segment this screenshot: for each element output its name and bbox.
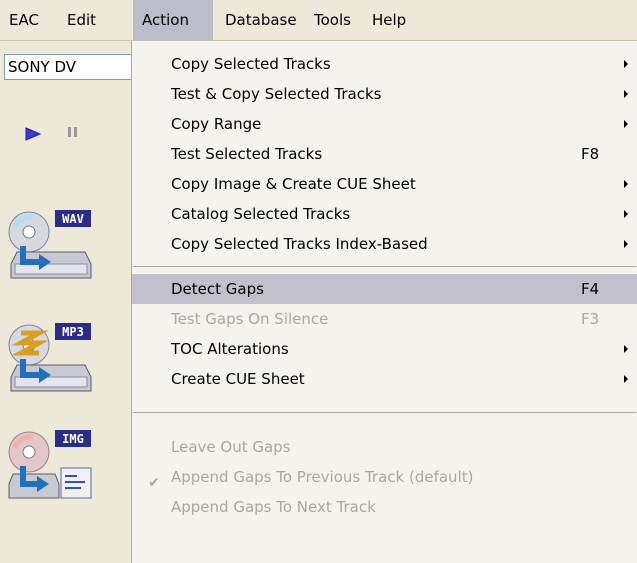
menu-item-label: Leave Out Gaps (171, 438, 291, 456)
menu-item-label: Copy Range (171, 115, 262, 133)
menu-item-copy-selected-tracks[interactable]: Copy Selected Tracks (132, 49, 637, 79)
wav-badge: WAV (62, 212, 84, 226)
menu-edit[interactable]: Edit (58, 0, 105, 40)
menu-item-copy-index-based[interactable]: Copy Selected Tracks Index-Based (132, 229, 637, 259)
menu-item-create-cue-sheet[interactable]: Create CUE Sheet (132, 364, 637, 394)
copy-image-icon[interactable]: IMG (5, 428, 95, 500)
menu-item-label: Test Selected Tracks (171, 145, 323, 163)
submenu-arrow-icon (624, 60, 628, 68)
menu-item-catalog-selected-tracks[interactable]: Catalog Selected Tracks (132, 199, 637, 229)
copy-to-wav-icon[interactable]: WAV (5, 208, 95, 280)
menu-item-label: TOC Alterations (171, 340, 289, 358)
menu-item-label: Detect Gaps (171, 280, 264, 298)
menu-separator (133, 412, 636, 413)
submenu-arrow-icon (624, 120, 628, 128)
menu-item-label: Catalog Selected Tracks (171, 205, 351, 223)
menu-item-test-selected-tracks[interactable]: Test Selected Tracks F8 (132, 139, 637, 169)
main-window-left: SONY DV WAV MP3 IMG (0, 41, 154, 563)
menu-item-label: Copy Selected Tracks (171, 55, 331, 73)
menu-item-label: Test Gaps On Silence (171, 310, 329, 328)
action-dropdown-menu: Copy Selected Tracks Test & Copy Selecte… (131, 41, 637, 563)
submenu-arrow-icon (624, 210, 628, 218)
menu-item-shortcut: F3 (581, 310, 600, 328)
submenu-arrow-icon (624, 375, 628, 383)
menu-item-copy-range[interactable]: Copy Range (132, 109, 637, 139)
pause-icon[interactable] (66, 125, 80, 139)
menu-item-label: Create CUE Sheet (171, 370, 305, 388)
submenu-arrow-icon (624, 240, 628, 248)
submenu-arrow-icon (624, 345, 628, 353)
menu-item-shortcut: F4 (581, 280, 600, 298)
menu-item-label: Append Gaps To Next Track (171, 498, 376, 516)
menu-item-label: Copy Image & Create CUE Sheet (171, 175, 416, 193)
menu-item-test-gaps-on-silence: Test Gaps On Silence F3 (132, 304, 637, 334)
mp3-badge: MP3 (62, 325, 84, 339)
menu-tools[interactable]: Tools (305, 0, 360, 40)
menu-help[interactable]: Help (363, 0, 415, 40)
menu-item-detect-gaps[interactable]: Detect Gaps F4 (132, 274, 637, 304)
copy-to-mp3-icon[interactable]: MP3 (5, 321, 95, 393)
menu-action[interactable]: Action (133, 0, 213, 40)
submenu-arrow-icon (624, 180, 628, 188)
menu-item-label: Append Gaps To Previous Track (default) (171, 468, 474, 486)
menu-item-leave-out-gaps: Leave Out Gaps (132, 432, 637, 462)
menu-database[interactable]: Database (216, 0, 306, 40)
menu-item-label: Copy Selected Tracks Index-Based (171, 235, 428, 253)
menu-item-label: Test & Copy Selected Tracks (171, 85, 382, 103)
menu-bar: EAC Edit Action Database Tools Help (0, 0, 637, 41)
menu-item-shortcut: F8 (581, 145, 600, 163)
menu-item-test-copy-selected-tracks[interactable]: Test & Copy Selected Tracks (132, 79, 637, 109)
menu-item-toc-alterations[interactable]: TOC Alterations (132, 334, 637, 364)
menu-separator (133, 266, 636, 267)
menu-item-append-gaps-next: Append Gaps To Next Track (132, 492, 637, 522)
menu-item-copy-image-create-cue[interactable]: Copy Image & Create CUE Sheet (132, 169, 637, 199)
menu-item-append-gaps-previous: ✔ Append Gaps To Previous Track (default… (132, 462, 637, 492)
submenu-arrow-icon (624, 90, 628, 98)
menu-eac[interactable]: EAC (0, 0, 48, 40)
play-icon[interactable] (25, 126, 41, 142)
img-badge: IMG (62, 432, 84, 446)
